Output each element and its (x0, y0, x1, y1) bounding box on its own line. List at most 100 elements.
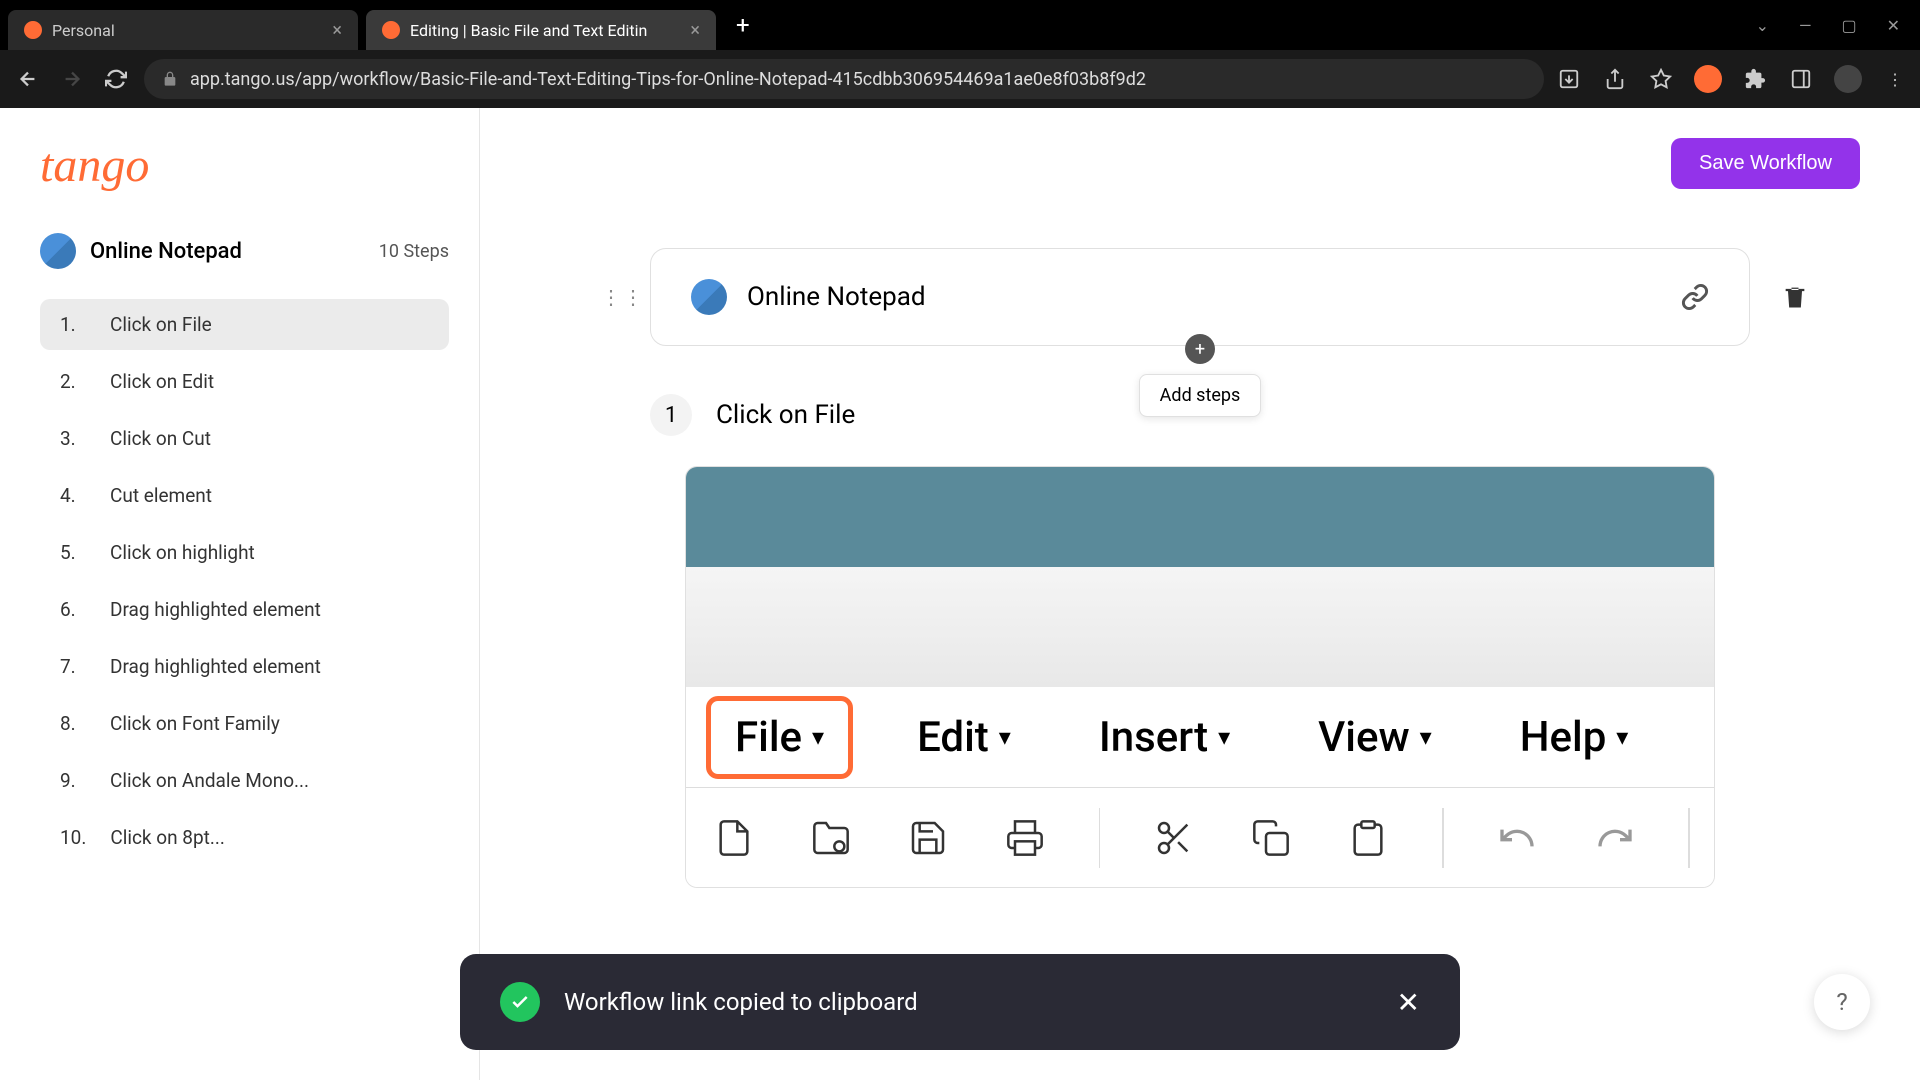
main-content: Save Workflow ⋮⋮ Online Notepad + Add st… (480, 108, 1920, 1080)
side-panel-icon[interactable] (1788, 66, 1814, 92)
maximize-icon[interactable]: ▢ (1841, 16, 1856, 35)
step-number: 5. (60, 541, 86, 564)
toast-message: Workflow link copied to clipboard (564, 988, 918, 1016)
undo-icon (1494, 814, 1541, 862)
sidebar-step-10[interactable]: 10. Click on 8pt... (40, 812, 449, 863)
bookmark-star-icon[interactable] (1648, 66, 1674, 92)
success-check-icon (500, 982, 540, 1022)
source-icon (691, 279, 727, 315)
step-number: 10. (60, 826, 86, 849)
open-icon (807, 814, 854, 862)
new-doc-icon (710, 814, 757, 862)
browser-tab-editing[interactable]: Editing | Basic File and Text Editin × (366, 10, 716, 50)
sidebar-step-1[interactable]: 1. Click on File (40, 299, 449, 350)
step-label: Click on Cut (110, 427, 211, 450)
step-label: Click on File (110, 313, 212, 336)
caret-down-icon: ▾ (999, 723, 1011, 751)
step-number: 1. (60, 313, 86, 336)
save-icon (904, 814, 951, 862)
window-controls: ⌄ — ▢ ✕ (1756, 16, 1920, 35)
screenshot-menubar: File ▾ Edit ▾ Insert ▾ View ▾ (686, 687, 1714, 787)
caret-down-icon: ▾ (1616, 723, 1628, 751)
sidebar-step-9[interactable]: 9. Click on Andale Mono... (40, 755, 449, 806)
sidebar-step-2[interactable]: 2. Click on Edit (40, 356, 449, 407)
sidebar-step-6[interactable]: 6. Drag highlighted element (40, 584, 449, 635)
step-label: Cut element (110, 484, 212, 507)
copy-icon (1248, 814, 1295, 862)
sidebar-step-5[interactable]: 5. Click on highlight (40, 527, 449, 578)
share-icon[interactable] (1602, 66, 1628, 92)
browser-toolbar-icons: ⋮ (1556, 65, 1908, 93)
install-app-icon[interactable] (1556, 66, 1582, 92)
step-number: 6. (60, 598, 86, 621)
forward-button[interactable] (56, 63, 88, 95)
add-steps-label: Add steps (1139, 374, 1262, 417)
sidebar-step-4[interactable]: 4. Cut element (40, 470, 449, 521)
toast-notification: Workflow link copied to clipboard ✕ (460, 954, 1460, 1050)
step-detail: 1 Click on File File ▾ Edit ▾ Inser (650, 394, 1750, 888)
sidebar: tango Online Notepad 10 Steps 1. Click o… (0, 108, 480, 1080)
screenshot-insert-menu: Insert ▾ (1075, 701, 1254, 774)
menu-label: View (1318, 713, 1410, 762)
toolbar-divider (1688, 808, 1690, 868)
tango-extension-icon[interactable] (1694, 65, 1722, 93)
profile-avatar-icon[interactable] (1834, 65, 1862, 93)
chevron-down-icon[interactable]: ⌄ (1756, 16, 1769, 35)
caret-down-icon: ▾ (812, 723, 824, 751)
caret-down-icon: ▾ (1218, 723, 1230, 751)
menu-label: File (735, 713, 802, 762)
add-steps-button[interactable]: + (1185, 334, 1215, 364)
add-steps-marker: + Add steps (650, 334, 1750, 364)
app-container: tango Online Notepad 10 Steps 1. Click o… (0, 108, 1920, 1080)
tango-logo[interactable]: tango (40, 138, 449, 193)
help-button[interactable]: ? (1814, 974, 1870, 1030)
browser-tab-personal[interactable]: Personal × (8, 10, 358, 50)
screenshot-view-menu: View ▾ (1294, 701, 1456, 774)
save-workflow-button[interactable]: Save Workflow (1671, 138, 1860, 189)
paste-icon (1345, 814, 1392, 862)
url-bar[interactable]: app.tango.us/app/workflow/Basic-File-and… (144, 59, 1544, 99)
screenshot-file-menu: File ▾ (706, 696, 853, 779)
workflow-title: Online Notepad (90, 239, 365, 264)
tab-favicon-icon (382, 21, 400, 39)
screenshot-help-menu: Help ▾ (1496, 701, 1653, 774)
close-tab-icon[interactable]: × (690, 20, 700, 41)
minimize-icon[interactable]: — (1799, 16, 1812, 35)
step-title[interactable]: Click on File (716, 400, 855, 430)
toast-close-icon[interactable]: ✕ (1397, 986, 1420, 1019)
kebab-menu-icon[interactable]: ⋮ (1882, 66, 1908, 92)
step-label: Drag highlighted element (110, 655, 321, 678)
step-number: 9. (60, 769, 86, 792)
screenshot-subheader (686, 567, 1714, 687)
step-label: Click on Edit (110, 370, 214, 393)
new-tab-button[interactable]: + (736, 11, 750, 39)
tab-favicon-icon (24, 21, 42, 39)
screenshot-header (686, 467, 1714, 567)
sidebar-step-3[interactable]: 3. Click on Cut (40, 413, 449, 464)
drag-handle-icon[interactable]: ⋮⋮ (601, 285, 645, 309)
back-button[interactable] (12, 63, 44, 95)
cut-icon (1150, 814, 1197, 862)
step-label: Drag highlighted element (110, 598, 321, 621)
step-number: 3. (60, 427, 86, 450)
workflow-header: Online Notepad 10 Steps (40, 233, 449, 269)
step-label: Click on highlight (110, 541, 255, 564)
link-icon[interactable] (1681, 283, 1709, 311)
toolbar-divider (1442, 808, 1444, 868)
extensions-icon[interactable] (1742, 66, 1768, 92)
sidebar-step-8[interactable]: 8. Click on Font Family (40, 698, 449, 749)
delete-icon[interactable] (1781, 283, 1809, 311)
step-count: 10 Steps (379, 241, 449, 262)
tab-title: Editing | Basic File and Text Editin (410, 21, 680, 40)
close-tab-icon[interactable]: × (332, 20, 342, 41)
toolbar-divider (1099, 808, 1101, 868)
menu-label: Edit (917, 713, 989, 762)
step-number-badge: 1 (650, 394, 692, 436)
reload-button[interactable] (100, 63, 132, 95)
url-text: app.tango.us/app/workflow/Basic-File-and… (190, 69, 1146, 90)
steps-list: 1. Click on File 2. Click on Edit 3. Cli… (40, 299, 449, 863)
source-card: ⋮⋮ Online Notepad (650, 248, 1750, 346)
close-window-icon[interactable]: ✕ (1887, 16, 1900, 35)
source-title[interactable]: Online Notepad (747, 282, 1661, 312)
sidebar-step-7[interactable]: 7. Drag highlighted element (40, 641, 449, 692)
